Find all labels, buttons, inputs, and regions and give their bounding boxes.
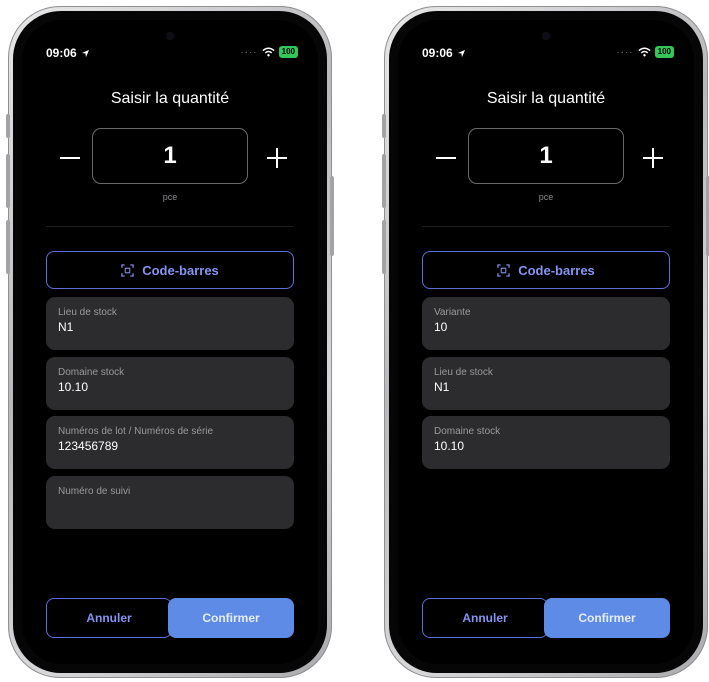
field-stock-location[interactable]: Lieu de stock N1 (422, 357, 670, 410)
screen-quantity-entry: 09:06 ···· 100 Saisir la quantité 1 pce (22, 20, 318, 664)
barcode-scan-icon (121, 263, 134, 277)
decrement-button[interactable] (434, 146, 458, 170)
mute-switch (382, 114, 386, 138)
location-arrow-icon (81, 49, 90, 58)
cancel-button[interactable]: Annuler (46, 598, 172, 638)
field-tracking-number[interactable]: Numéro de suivi (46, 476, 294, 529)
volume-down-button (6, 220, 10, 274)
volume-up-button (6, 154, 10, 208)
mute-switch (6, 114, 10, 138)
field-label: Lieu de stock (58, 307, 117, 318)
phone-frame-right: 09:06 ···· 100 Saisir la quantité 1 pce (382, 6, 709, 678)
field-value: 10.10 (58, 380, 89, 394)
decrement-button[interactable] (58, 146, 82, 170)
front-camera (542, 32, 550, 40)
signal-dots-icon: ···· (240, 46, 258, 58)
status-bar: 09:06 ···· 100 (46, 46, 298, 62)
field-label: Domaine stock (434, 426, 501, 437)
field-value: 123456789 (58, 439, 119, 453)
field-label: Variante (434, 307, 471, 318)
front-camera (166, 32, 174, 40)
wifi-icon (638, 47, 651, 57)
field-label: Lieu de stock (434, 367, 493, 378)
status-time-text: 09:06 (422, 46, 453, 60)
confirm-button[interactable]: Confirmer (168, 598, 294, 638)
status-time: 09:06 (422, 46, 466, 60)
field-label: Numéros de lot / Numéros de série (58, 426, 214, 437)
status-time: 09:06 (46, 46, 90, 60)
field-value: 10.10 (434, 439, 465, 453)
bezel: 09:06 ···· 100 Saisir la quantité 1 pce (389, 11, 703, 673)
cancel-button[interactable]: Annuler (422, 598, 548, 638)
quantity-unit: pce (538, 192, 554, 202)
increment-button[interactable] (265, 146, 289, 170)
barcode-scan-icon (497, 263, 510, 277)
field-stock-domain[interactable]: Domaine stock 10.10 (46, 357, 294, 410)
volume-up-button (382, 154, 386, 208)
barcode-button[interactable]: Code-barres (422, 251, 670, 289)
volume-down-button (382, 220, 386, 274)
confirm-button[interactable]: Confirmer (544, 598, 670, 638)
status-right: ···· 100 (240, 46, 298, 58)
field-value: N1 (434, 380, 450, 394)
divider (46, 226, 294, 227)
quantity-input[interactable]: 1 (468, 128, 624, 184)
quantity-input[interactable]: 1 (92, 128, 248, 184)
battery-indicator: 100 (654, 46, 674, 58)
quantity-value: 1 (163, 142, 177, 169)
field-value: N1 (58, 320, 74, 334)
battery-indicator: 100 (278, 46, 298, 58)
field-label: Numéro de suivi (58, 486, 131, 497)
barcode-button-label: Code-barres (518, 262, 595, 278)
field-stock-location[interactable]: Lieu de stock N1 (46, 297, 294, 350)
screen-quantity-entry-variant: 09:06 ···· 100 Saisir la quantité 1 pce (398, 20, 694, 664)
field-variant[interactable]: Variante 10 (422, 297, 670, 350)
quantity-value: 1 (539, 142, 553, 169)
field-lot-serial-numbers[interactable]: Numéros de lot / Numéros de série 123456… (46, 416, 294, 469)
page-title: Saisir la quantité (110, 90, 230, 107)
increment-button[interactable] (641, 146, 665, 170)
wifi-icon (262, 47, 275, 57)
divider (422, 226, 670, 227)
field-label: Domaine stock (58, 367, 125, 378)
status-right: ···· 100 (616, 46, 674, 58)
field-value: 10 (434, 320, 448, 334)
status-time-text: 09:06 (46, 46, 77, 60)
barcode-button[interactable]: Code-barres (46, 251, 294, 289)
page-title: Saisir la quantité (486, 90, 606, 107)
status-bar: 09:06 ···· 100 (422, 46, 674, 62)
barcode-button-label: Code-barres (142, 262, 219, 278)
location-arrow-icon (457, 49, 466, 58)
quantity-unit: pce (162, 192, 178, 202)
bezel: 09:06 ···· 100 Saisir la quantité 1 pce (13, 11, 327, 673)
phone-frame-left: 09:06 ···· 100 Saisir la quantité 1 pce (6, 6, 334, 678)
signal-dots-icon: ···· (616, 46, 634, 58)
power-button (330, 176, 334, 256)
field-stock-domain[interactable]: Domaine stock 10.10 (422, 416, 670, 469)
